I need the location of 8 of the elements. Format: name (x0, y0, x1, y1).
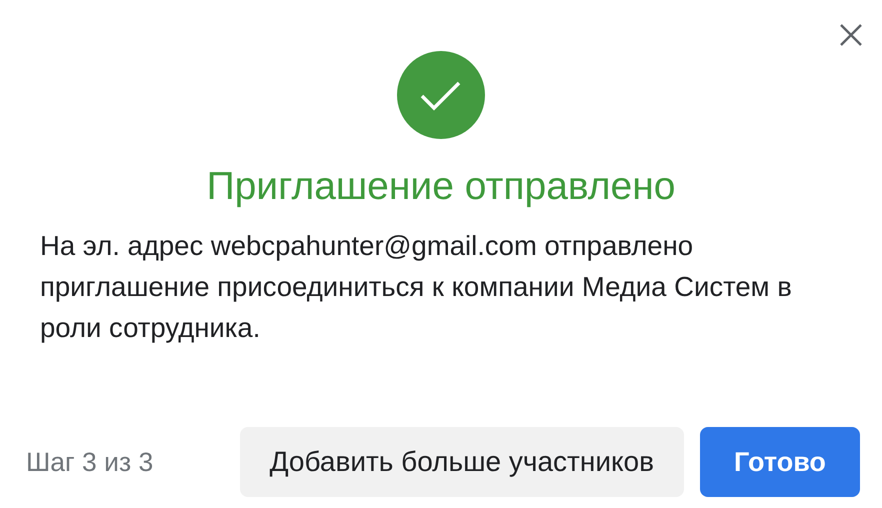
add-members-button[interactable]: Добавить больше участников (240, 427, 684, 497)
message-text: На эл. адрес webcpahunter@gmail.com отправлено приглашение присоединиться к компании Медиа Систем в роли сотрудника. (40, 229, 793, 345)
done-button[interactable]: Готово (700, 427, 860, 497)
close-icon (838, 22, 864, 48)
close-button[interactable] (838, 22, 864, 48)
step-indicator: Шаг 3 из 3 (26, 446, 154, 478)
checkmark-icon (397, 51, 485, 139)
dialog-title: Приглашение отправлено (206, 165, 676, 209)
